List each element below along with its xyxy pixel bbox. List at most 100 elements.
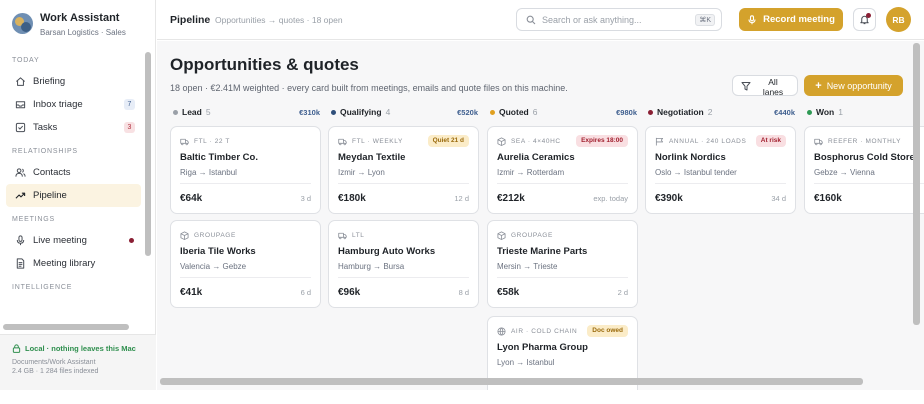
sidebar-item-contacts[interactable]: Contacts: [6, 161, 141, 184]
column-status-dot: [331, 110, 336, 115]
sidebar-vertical-scrollbar[interactable]: [145, 52, 151, 256]
card-type-text: SEA · 4×40HC: [511, 138, 561, 145]
column-lead: Lead 5 €310k FTL · 22 t Baltic Timber Co.…: [170, 105, 321, 308]
card-age: exp. today: [593, 194, 628, 203]
column-header: Qualifying 4 €520k: [328, 105, 479, 121]
sidebar-item-meeting-library[interactable]: Meeting library: [6, 252, 141, 275]
sidebar-item-live-meeting[interactable]: Live meeting: [6, 229, 141, 252]
card-type: LTL: [338, 231, 365, 240]
breadcrumb-path: Opportunities → quotes · 18 open: [215, 15, 343, 25]
breadcrumb-title[interactable]: Pipeline: [170, 14, 210, 26]
brand-org: Barsan Logistics · Sales: [40, 28, 126, 37]
card-divider: [180, 277, 311, 278]
card-route: Izmir → Lyon: [338, 168, 385, 177]
card-route: Valencia → Gebze: [180, 262, 247, 271]
tasks-count-badge: 3: [124, 122, 135, 133]
card-route: Hamburg → Bursa: [338, 262, 405, 271]
column-name-text: Won: [816, 107, 835, 117]
column-count: 2: [707, 107, 713, 117]
column-count: 4: [385, 107, 391, 117]
card-amount: €64k: [180, 193, 203, 204]
card-type: ANNUAL · 240 loads: [655, 137, 746, 146]
card-amount: €212k: [497, 193, 525, 204]
column-total: €310k: [299, 108, 320, 117]
column-status-dot: [173, 110, 178, 115]
card-type: GROUPAGE: [180, 231, 236, 240]
notification-dot: [866, 13, 871, 18]
card-route: Riga → Istanbul: [180, 168, 237, 177]
column-status-dot: [490, 110, 495, 115]
card-type-text: ANNUAL · 240 loads: [669, 138, 747, 145]
sidebar-item-label: Inbox triage: [33, 99, 83, 110]
card-age: 3 d: [300, 194, 311, 203]
box-icon: [497, 137, 506, 146]
new-opportunity-button[interactable]: + New opportunity: [804, 75, 903, 96]
sidebar-item-briefing[interactable]: Briefing: [6, 70, 141, 93]
card-type-text: FTL · weekly: [352, 138, 403, 145]
card-company: Hamburg Auto Works: [338, 246, 436, 257]
search-input[interactable]: [542, 14, 692, 25]
card-type: FTL · weekly: [338, 137, 403, 146]
page-title: Opportunities & quotes: [170, 55, 359, 74]
column-name: Lead 5: [182, 107, 211, 117]
avatar[interactable]: RB: [886, 7, 911, 32]
column-header: Quoted 6 €980k: [487, 105, 638, 121]
card-type: REEFER · monthly: [814, 137, 901, 146]
search-box[interactable]: ⌘K: [516, 8, 722, 31]
sidebar-item-inbox-triage[interactable]: Inbox triage 7: [6, 93, 141, 116]
column-name: Quoted 6: [499, 107, 537, 117]
opportunity-card[interactable]: FTL · weekly Quiet 21 d Meydan Textile I…: [328, 126, 479, 214]
card-type: GROUPAGE: [497, 231, 553, 240]
column-name: Negotiation 2: [657, 107, 712, 117]
card-age: 2 d: [617, 288, 628, 297]
opportunity-card[interactable]: GROUPAGE Trieste Marine Parts Mersin → T…: [487, 220, 638, 308]
sidebar: Work Assistant Barsan Logistics · Sales …: [0, 0, 156, 390]
sidebar-item-label: Live meeting: [33, 235, 87, 246]
card-type-text: LTL: [352, 232, 365, 239]
board-horizontal-scrollbar[interactable]: [160, 378, 863, 385]
column-name-text: Lead: [182, 107, 202, 117]
card-type: SEA · 4×40HC: [497, 137, 561, 146]
opportunity-card[interactable]: SEA · 4×40HC Expires 18:00 Aurelia Ceram…: [487, 126, 638, 214]
sidebar-footer: Local · nothing leaves this Mac Document…: [0, 334, 156, 390]
globe-icon: [497, 327, 506, 336]
window-bottom-edge: [0, 390, 924, 404]
card-company: Iberia Tile Works: [180, 246, 256, 257]
opportunity-card[interactable]: ANNUAL · 240 loads At risk Norlink Nordi…: [645, 126, 796, 214]
sidebar-horizontal-scrollbar[interactable]: [3, 324, 129, 330]
sidebar-item-pipeline[interactable]: Pipeline: [6, 184, 141, 207]
filter-icon: [741, 81, 751, 90]
card-company: Aurelia Ceramics: [497, 152, 575, 163]
inbox-icon: [14, 99, 26, 111]
card-company: Meydan Textile: [338, 152, 406, 163]
brand-logo: [12, 13, 33, 34]
opportunity-card[interactable]: REEFER · monthly Bosphorus Cold Store Ge…: [804, 126, 924, 214]
record-meeting-button[interactable]: Record meeting: [739, 8, 843, 31]
pipeline-board: Lead 5 €310k FTL · 22 t Baltic Timber Co.…: [170, 105, 924, 390]
brand: Work Assistant Barsan Logistics · Sales: [12, 10, 152, 40]
column-name-text: Negotiation: [657, 107, 704, 117]
record-meeting-label: Record meeting: [763, 14, 835, 25]
sidebar-item-label: Meeting library: [33, 258, 96, 269]
sidebar-item-tasks[interactable]: Tasks 3: [6, 116, 141, 139]
board-vertical-scrollbar[interactable]: [913, 43, 920, 325]
card-company: Baltic Timber Co.: [180, 152, 258, 163]
column-status-dot: [648, 110, 653, 115]
notifications-button[interactable]: [853, 8, 876, 31]
card-route: Mersin → Trieste: [497, 262, 558, 271]
box-icon: [497, 231, 506, 240]
lanes-filter-button[interactable]: All lanes: [732, 75, 798, 97]
opportunity-card[interactable]: FTL · 22 t Baltic Timber Co. Riga → Ista…: [170, 126, 321, 214]
box-icon: [180, 231, 189, 240]
opportunity-card[interactable]: GROUPAGE Iberia Tile Works Valencia → Ge…: [170, 220, 321, 308]
microphone-icon: [14, 235, 26, 247]
opportunity-card[interactable]: LTL Hamburg Auto Works Hamburg → Bursa €…: [328, 220, 479, 308]
checkbox-icon: [14, 122, 26, 134]
truck-icon: [338, 138, 347, 146]
card-type: FTL · 22 t: [180, 137, 230, 146]
card-divider: [497, 183, 628, 184]
storage-path: Documents/Work Assistant: [12, 359, 96, 366]
truck-icon: [814, 138, 823, 146]
card-route: Lyon → Istanbul: [497, 358, 555, 367]
sidebar-nav: Today Briefing Inbox triage 7 Tasks 3 Re…: [0, 48, 142, 318]
